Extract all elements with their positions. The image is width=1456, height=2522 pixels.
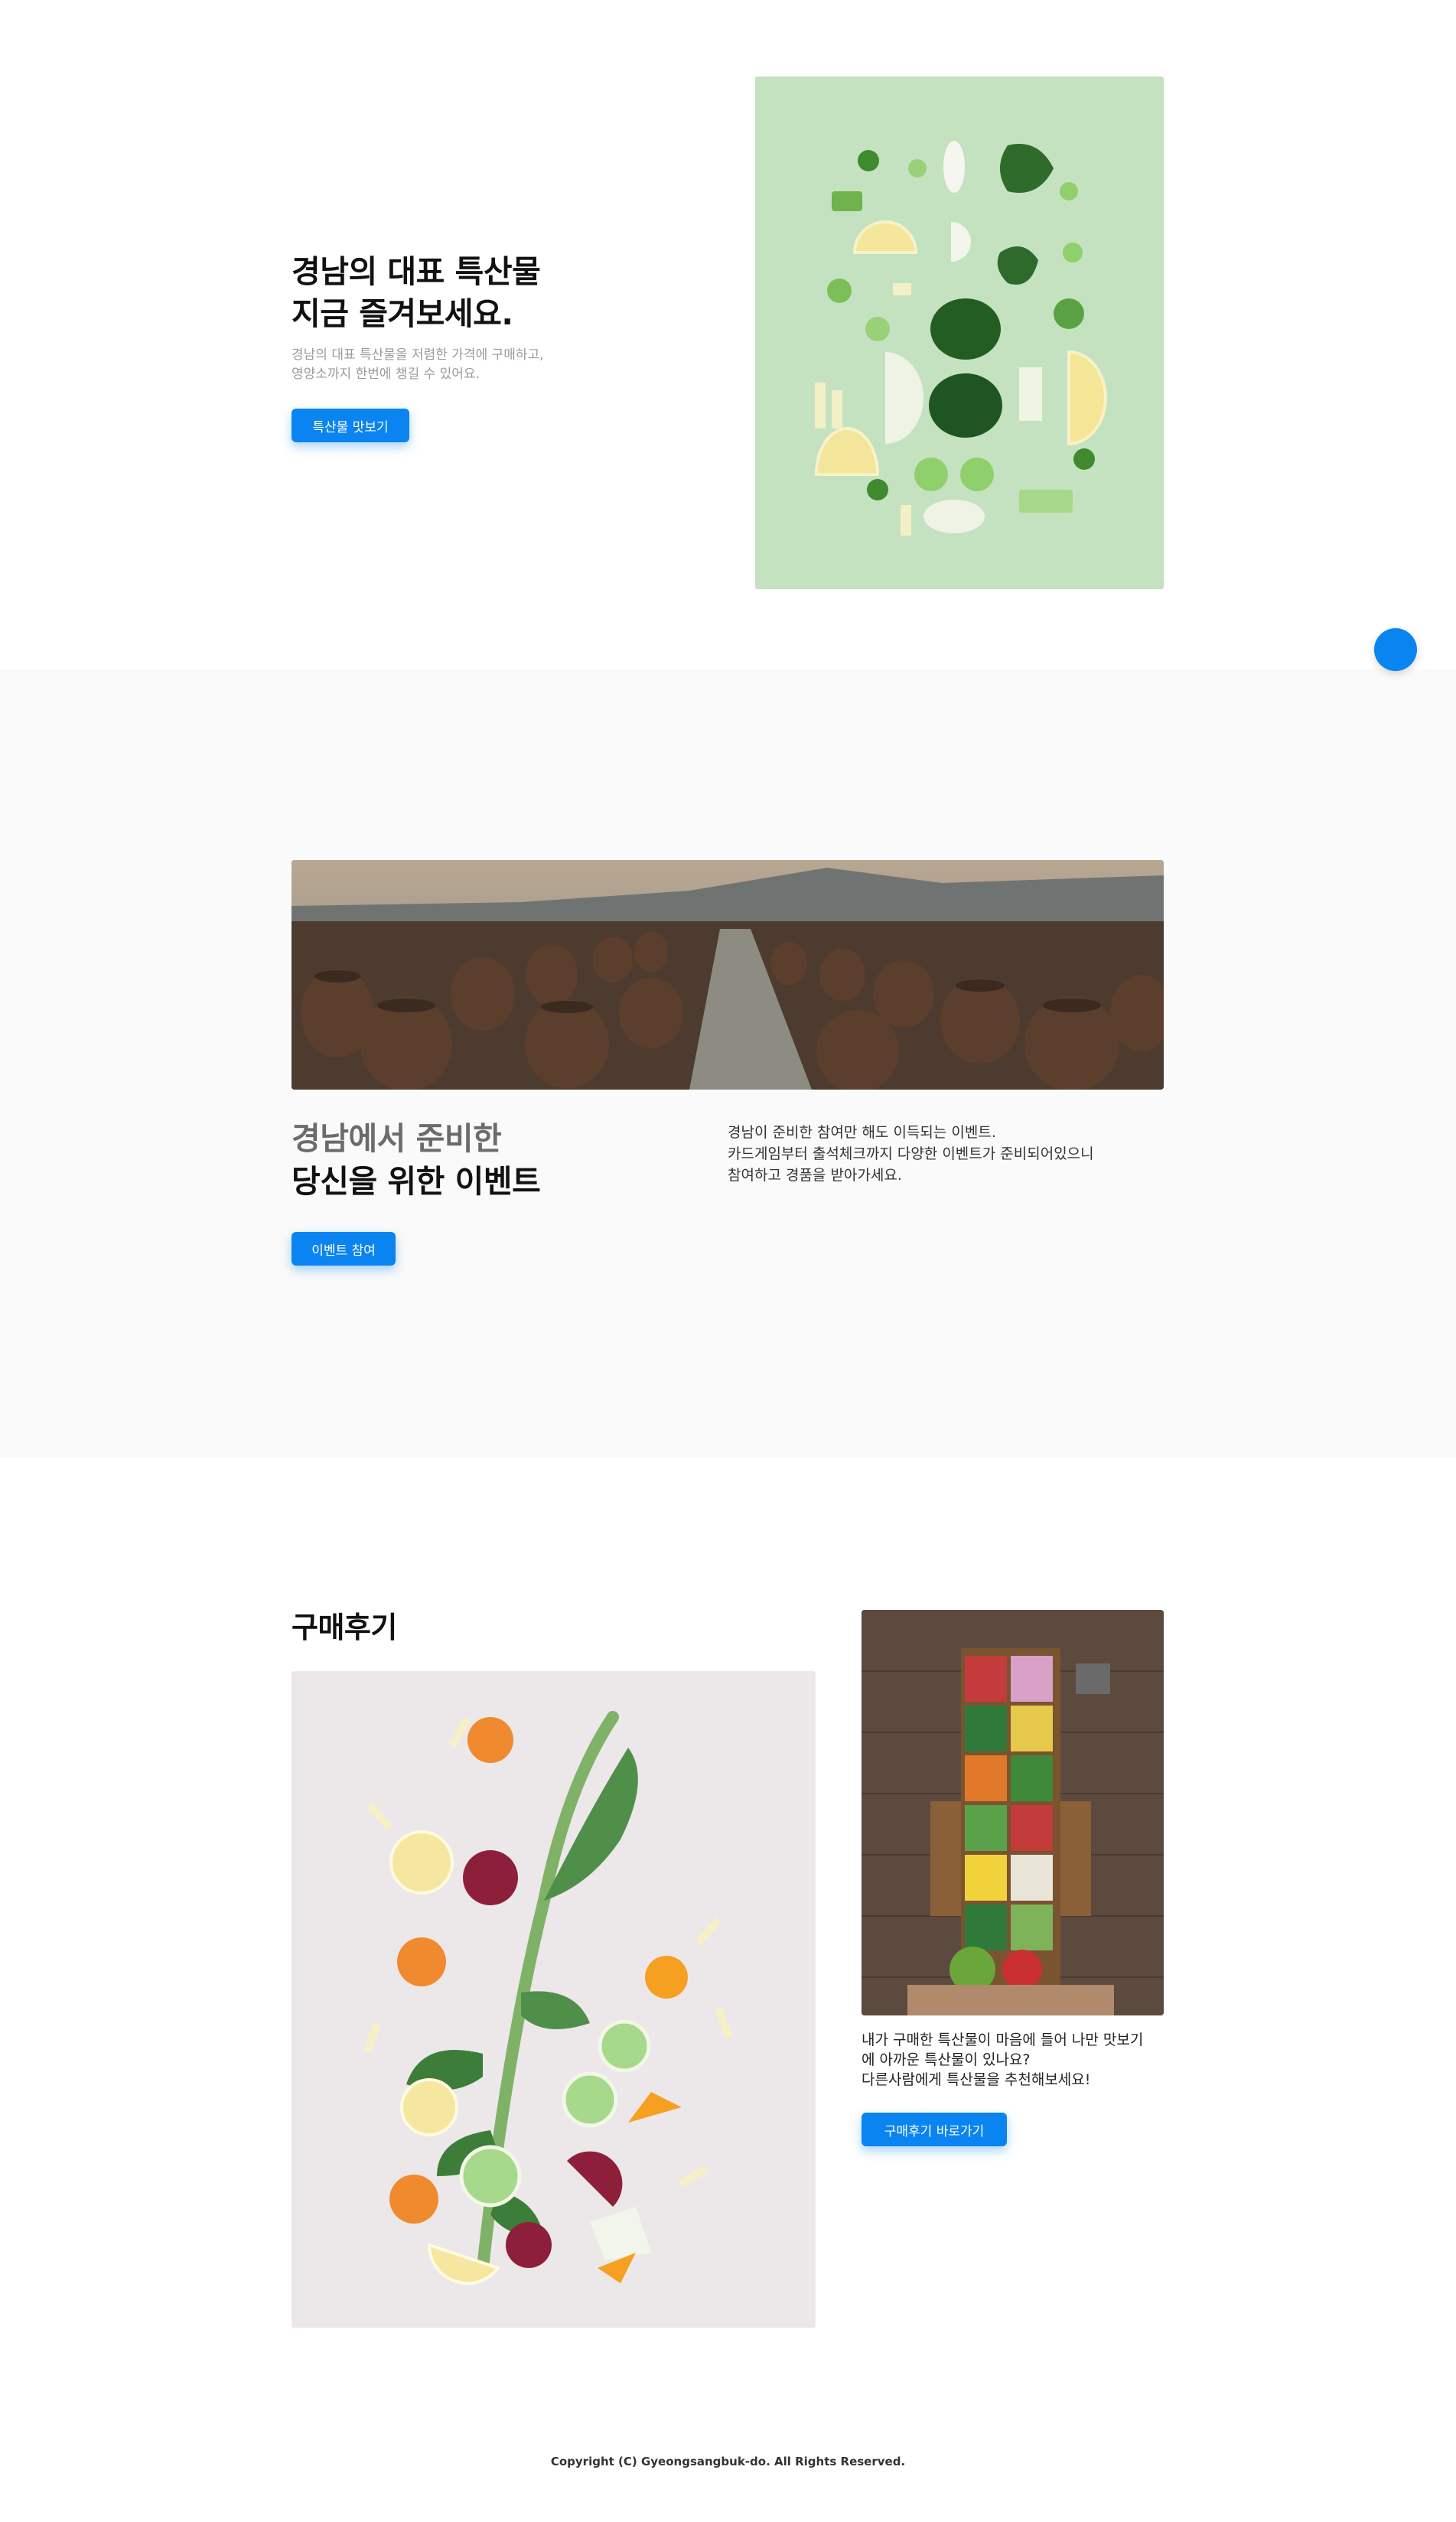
event-desc-line2: 카드게임부터 출석체크까지 다양한 이벤트가 준비되어있으니 <box>728 1145 1094 1162</box>
taste-products-button[interactable]: 특산물 맛보기 <box>292 409 409 442</box>
footer-copyright: Copyright (C) Gyeongsangbuk-do. All Righ… <box>550 2455 906 2468</box>
hero-desc-line2: 영양소까지 한번에 챙길 수 있어요. <box>292 367 480 382</box>
floating-action-button[interactable] <box>1374 628 1417 671</box>
kale-vegetables-image <box>292 1671 816 2328</box>
hero-title-line2: 지금 즐겨보세요. <box>292 295 513 332</box>
event-desc-line1: 경남이 준비한 참여만 해도 이득되는 이벤트. <box>728 1124 996 1141</box>
review-description: 내가 구매한 특산물이 마음에 들어 나만 맛보기 에 아까운 특산물이 있나요… <box>862 2030 1168 2090</box>
hero-description: 경남의 대표 특산물을 저렴한 가격에 구매하고, 영양소까지 한번에 챙길 수… <box>292 346 659 384</box>
join-event-button[interactable]: 이벤트 참여 <box>292 1232 396 1266</box>
review-title: 구매후기 <box>292 1611 397 1644</box>
hero-title-line1: 경남의 대표 특산물 <box>292 253 541 290</box>
vegetables-flatlay-image <box>755 77 1164 589</box>
hero-desc-line1: 경남의 대표 특산물을 저렴한 가격에 구매하고, <box>292 347 544 363</box>
review-desc-line1: 내가 구매한 특산물이 마음에 들어 나만 맛보기 <box>862 2032 1144 2048</box>
event-title-line2: 당신을 위한 이벤트 <box>292 1163 541 1200</box>
review-desc-line3: 다른사람에게 특산물을 추천해보세요! <box>862 2071 1091 2088</box>
review-desc-line2: 에 아까운 특산물이 있나요? <box>862 2051 1031 2068</box>
review-section: 구매후기 내가 구매한 특산물이 마음에 들어 나만 맛보기 에 아까운 특산물… <box>0 1457 1456 2522</box>
onggi-jars-image <box>292 860 1164 1090</box>
go-to-reviews-button[interactable]: 구매후기 바로가기 <box>862 2113 1007 2146</box>
hero-section: 경남의 대표 특산물 지금 즐겨보세요. 경남의 대표 특산물을 저렴한 가격에… <box>0 0 1456 669</box>
event-description: 경남이 준비한 참여만 해도 이득되는 이벤트. 카드게임부터 출석체크까지 다… <box>728 1122 1164 1186</box>
event-desc-line3: 참여하고 경품을 받아가세요. <box>728 1167 902 1184</box>
event-title-line1: 경남에서 준비한 <box>292 1120 502 1157</box>
event-section: 경남에서 준비한 당신을 위한 이벤트 경남이 준비한 참여만 해도 이득되는 … <box>0 669 1456 1457</box>
market-stall-image <box>862 1610 1164 2015</box>
hero-title: 경남의 대표 특산물 지금 즐겨보세요. <box>292 251 643 335</box>
